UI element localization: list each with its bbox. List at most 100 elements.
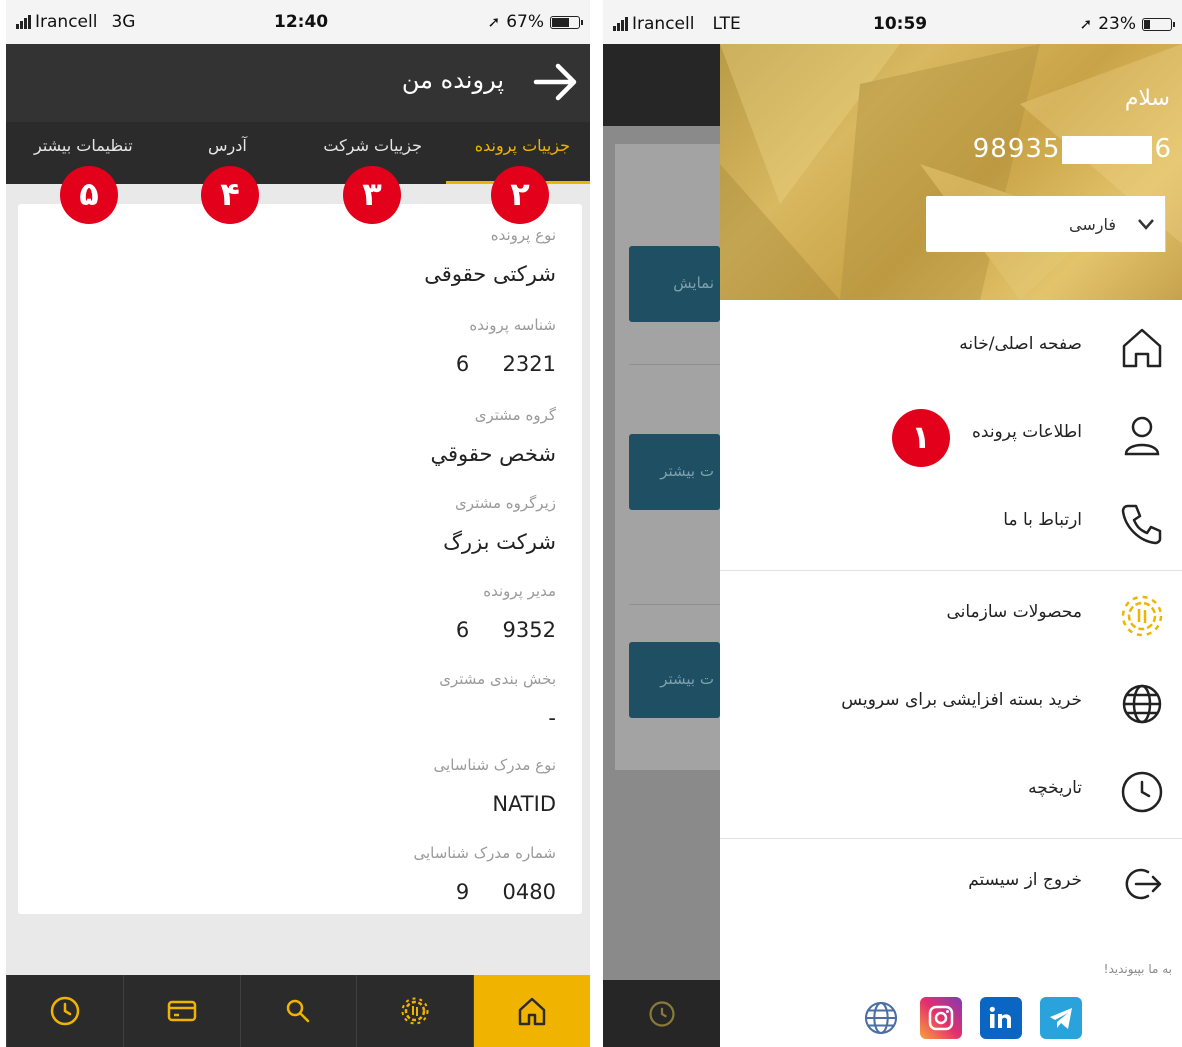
divider (720, 570, 1182, 571)
field-value: شرکت بزرگ (443, 530, 556, 554)
clock-icon (1121, 771, 1163, 813)
status-time: 12:40 (274, 12, 329, 32)
dimmed-button: ت بیشتر (629, 642, 720, 718)
menu-item-file-info[interactable]: اطلاعات پرونده (720, 392, 1182, 480)
page-title: پرونده من (401, 66, 504, 94)
field-value: شخص حقوقي (430, 442, 556, 466)
app-header: پرونده من (6, 44, 590, 122)
social-links (860, 997, 1082, 1039)
step-badge-4: ۴ (201, 166, 259, 224)
tab-address[interactable]: آدرس (208, 136, 247, 155)
dimmed-bottom-nav (603, 980, 720, 1047)
carrier-name: Irancell (632, 14, 695, 34)
menu-item-label: خروج از سیستم (968, 870, 1082, 890)
back-arrow-icon[interactable] (532, 60, 580, 104)
divider (629, 364, 720, 365)
bottom-nav (6, 975, 590, 1047)
tab-more-settings[interactable]: تنظیمات بیشتر (34, 136, 133, 155)
globe-icon (1122, 684, 1162, 724)
step-badge-1: ۱ (892, 409, 950, 467)
clock-icon (648, 1000, 675, 1027)
language-value: فارسی (1069, 214, 1116, 234)
field-id-document-type: نوع مدرک شناسایی NATID (434, 756, 556, 816)
location-arrow-icon: ➚ (487, 13, 501, 31)
field-label: نوع مدرک شناسایی (433, 756, 556, 774)
step-badge-3: ۳ (343, 166, 401, 224)
menu-item-logout[interactable]: خروج از سیستم (720, 840, 1182, 928)
menu-item-history[interactable]: تاریخچه (720, 748, 1182, 836)
menu-item-buy-addon[interactable]: خرید بسته افزایشی برای سرویس (720, 660, 1182, 748)
battery-icon (550, 15, 583, 29)
globe-icon (864, 1001, 898, 1035)
gear-icon (1121, 595, 1163, 637)
menu-item-label: ارتباط با ما (1003, 510, 1082, 530)
field-value: NATID (492, 792, 556, 816)
instagram-link[interactable] (920, 997, 962, 1039)
menu-item-label: تاریخچه (1028, 778, 1082, 798)
instagram-icon (928, 1005, 954, 1031)
user-icon (1124, 416, 1160, 456)
tab-company-details[interactable]: جزییات شرکت (323, 136, 422, 155)
field-file-id: شناسه پرونده 6 2321 (456, 316, 556, 376)
signal-indicator: Irancell LTE (613, 14, 741, 34)
status-bar: Irancell LTE 10:59 ➚ 23% (603, 0, 1182, 44)
file-details-card: نوع پرونده شرکتی حقوقی شناسه پرونده 6 23… (18, 204, 582, 914)
navigation-drawer: سلام 98935 6 فارسی صفحه اصلی/خانه اطلاعات… (720, 44, 1182, 1047)
field-customer-subgroup: زیرگروه مشتری شرکت بزرگ (443, 494, 556, 554)
background-overlay[interactable]: نمایش ت بیشتر ت بیشتر (603, 44, 720, 1047)
status-time: 10:59 (873, 14, 928, 34)
battery-percent: 67% (506, 12, 544, 32)
nav-history[interactable] (6, 975, 123, 1047)
signal-icon (613, 17, 628, 31)
profile-screen: Irancell 3G 12:40 ➚ 67% پرونده من جزییات… (6, 0, 590, 1047)
phone-number: 98935 6 (973, 134, 1172, 164)
battery-percent: 23% (1098, 14, 1136, 34)
menu-item-home[interactable]: صفحه اصلی/خانه (720, 304, 1182, 392)
field-label: بخش بندی مشتری (439, 670, 556, 688)
dimmed-button: نمایش (629, 246, 720, 322)
field-value: 9 0480 (455, 880, 556, 904)
field-file-manager: مدیر پرونده 6 9352 (456, 582, 556, 642)
nav-home[interactable] (473, 975, 590, 1047)
menu-item-label: خرید بسته افزایشی برای سرویس (841, 690, 1082, 710)
status-bar: Irancell 3G 12:40 ➚ 67% (6, 0, 590, 44)
field-label: گروه مشتری (474, 406, 556, 424)
menu-item-label: صفحه اصلی/خانه (959, 334, 1082, 354)
dimmed-header (603, 44, 720, 126)
field-value: شرکتی حقوقی (424, 262, 556, 286)
telegram-link[interactable] (1040, 997, 1082, 1039)
network-type: LTE (712, 14, 741, 34)
menu-item-label: محصولات سازمانی (946, 602, 1082, 622)
telegram-icon (1050, 1008, 1072, 1029)
field-label: زیرگروه مشتری (455, 494, 556, 512)
chevron-down-icon (1126, 196, 1166, 252)
linkedin-link[interactable] (980, 997, 1022, 1039)
phone-icon (1121, 504, 1162, 545)
join-us-label: به ما بپیوندید! (1103, 962, 1172, 976)
website-link[interactable] (860, 997, 902, 1039)
nav-search[interactable] (239, 975, 357, 1047)
field-customer-segment: بخش بندی مشتری - (439, 670, 556, 730)
field-label: نوع پرونده (490, 226, 556, 244)
divider (720, 838, 1182, 839)
divider (629, 604, 720, 605)
signal-indicator: Irancell 3G (16, 12, 135, 32)
language-select[interactable]: فارسی (926, 196, 1166, 252)
field-customer-group: گروه مشتری شخص حقوقي (430, 406, 556, 466)
step-badge-5: ۵ (60, 166, 118, 224)
clock-icon (50, 996, 80, 1026)
greeting: سلام (1124, 86, 1170, 111)
location-arrow-icon: ➚ (1079, 15, 1093, 33)
gear-icon (401, 997, 429, 1025)
drawer-screen: Irancell LTE 10:59 ➚ 23% نمایش ت بیشتر ت… (603, 0, 1182, 1047)
drawer-header: سلام 98935 6 فارسی (720, 44, 1182, 300)
phone-prefix: 98935 (972, 134, 1061, 164)
field-label: شماره مدرک شناسایی (413, 844, 556, 862)
field-value: 6 9352 (455, 618, 556, 642)
menu-item-enterprise-products[interactable]: محصولات سازمانی (720, 572, 1182, 660)
home-icon (518, 997, 546, 1026)
nav-products[interactable] (356, 975, 473, 1047)
menu-item-contact[interactable]: ارتباط با ما (720, 480, 1182, 568)
nav-payments[interactable] (122, 975, 240, 1047)
tab-file-details[interactable]: جزییات پرونده (475, 136, 570, 155)
